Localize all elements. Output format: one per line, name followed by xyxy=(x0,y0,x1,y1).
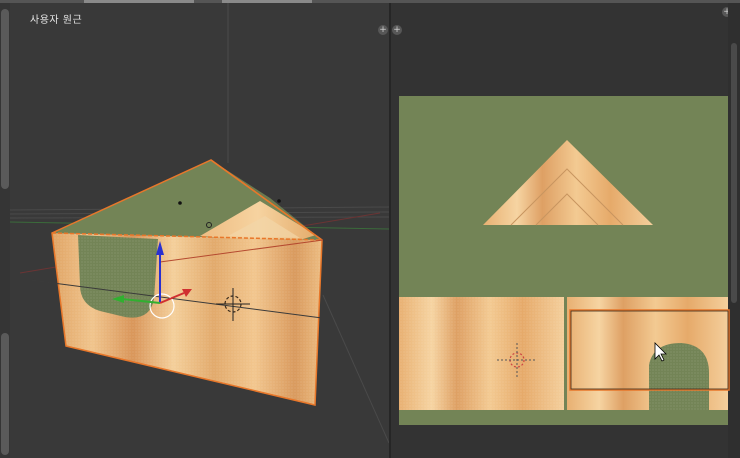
grid-line xyxy=(322,294,389,444)
viewport-title: 사용자 원근 xyxy=(30,15,83,26)
texture-image[interactable] xyxy=(399,96,728,425)
uv-canvas[interactable] xyxy=(391,3,740,458)
uv-editor[interactable]: + + xyxy=(391,3,740,458)
vertex-dot[interactable] xyxy=(277,199,281,203)
3d-scene[interactable] xyxy=(0,3,389,458)
plus-icon[interactable]: + xyxy=(378,25,388,35)
vertex-dot[interactable] xyxy=(178,201,182,205)
top-face[interactable] xyxy=(52,160,322,243)
3d-viewport[interactable]: 사용자 원근 + xyxy=(0,3,389,458)
